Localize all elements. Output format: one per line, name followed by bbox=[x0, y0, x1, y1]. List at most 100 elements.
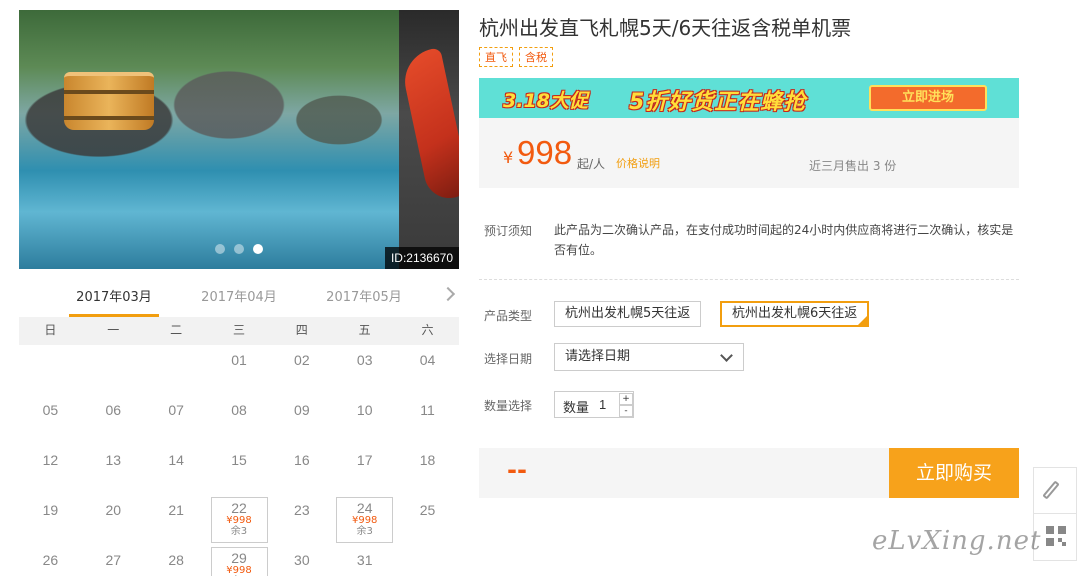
calendar-day[interactable]: 28 bbox=[145, 545, 208, 576]
feedback-button[interactable] bbox=[1033, 467, 1077, 515]
calendar-grid: 01 02 03 04 05 06 07 08 09 10 11 12 13 14 15 16 17 18 19 20… bbox=[19, 345, 459, 576]
day-number: 05 bbox=[42, 402, 59, 418]
day-stock: 余3 bbox=[230, 526, 248, 537]
day-number: 06 bbox=[105, 402, 122, 418]
product-type-label: 产品类型 bbox=[484, 309, 533, 323]
promo-slogan-text: 5折好货正在蜂抢 bbox=[629, 90, 807, 115]
calendar-day[interactable]: 16 bbox=[270, 445, 333, 495]
calendar-day[interactable]: 07 bbox=[145, 395, 208, 445]
calendar-day[interactable]: 11 bbox=[396, 395, 459, 445]
day-number: 07 bbox=[168, 402, 184, 418]
day-number: 28 bbox=[168, 552, 184, 568]
product-id-label: ID:2136670 bbox=[384, 247, 459, 269]
day-number: 20 bbox=[105, 502, 122, 518]
promo-enter-button[interactable]: 立即进场 bbox=[869, 85, 987, 111]
product-type-option-6day-selected[interactable]: 杭州出发札幌6天往返 bbox=[720, 301, 870, 328]
quantity-label: 数量选择 bbox=[484, 399, 533, 413]
calendar-day-available[interactable]: 24 ¥998 余3 bbox=[333, 495, 396, 545]
day-stock: 余3 bbox=[356, 526, 373, 537]
calendar-day[interactable]: 01 bbox=[208, 345, 271, 395]
quantity-stepper[interactable]: 数量 1 + - bbox=[554, 391, 634, 418]
qr-code-icon bbox=[1046, 526, 1066, 546]
calendar-day[interactable]: 09 bbox=[270, 395, 333, 445]
weekday-label: 五 bbox=[358, 323, 371, 337]
date-select[interactable]: 请选择日期 bbox=[554, 343, 744, 371]
calendar-day[interactable]: 21 bbox=[145, 495, 208, 545]
day-price: ¥998 bbox=[226, 515, 252, 526]
date-label: 选择日期 bbox=[484, 352, 533, 366]
purchase-bar: -- 立即购买 bbox=[479, 448, 1019, 498]
total-price: -- bbox=[507, 456, 527, 484]
day-number: 30 bbox=[294, 552, 310, 568]
quantity-inline-label: 数量 bbox=[563, 401, 590, 416]
watermark: eLvXing.net bbox=[872, 526, 1042, 556]
day-number: 27 bbox=[105, 552, 122, 568]
quantity-decrement-button[interactable]: - bbox=[619, 405, 633, 417]
promo-banner[interactable]: 3.18大促 5折好货正在蜂抢 立即进场 bbox=[479, 78, 1019, 118]
day-number: 10 bbox=[356, 402, 373, 418]
month-tabs: 2017年03月 2017年04月 2017年05月 bbox=[19, 286, 459, 317]
buy-now-button[interactable]: 立即购买 bbox=[889, 448, 1019, 498]
tab-month-april[interactable]: 2017年04月 bbox=[194, 287, 284, 317]
day-number: 03 bbox=[356, 352, 373, 368]
product-tags: 直飞 含税 bbox=[479, 47, 553, 67]
weekday-label: 三 bbox=[232, 323, 245, 337]
price-explanation-link[interactable]: 价格说明 bbox=[616, 155, 660, 171]
calendar-day[interactable]: 25 bbox=[396, 495, 459, 545]
day-number: 09 bbox=[294, 402, 310, 418]
calendar-day[interactable]: 20 bbox=[82, 495, 145, 545]
calendar-day[interactable]: 14 bbox=[145, 445, 208, 495]
calendar-day[interactable]: 23 bbox=[270, 495, 333, 545]
calendar-day[interactable]: 08 bbox=[208, 395, 271, 445]
day-number: 25 bbox=[419, 502, 436, 518]
calendar-day[interactable]: 12 bbox=[19, 445, 82, 495]
calendar-day[interactable]: 10 bbox=[333, 395, 396, 445]
calendar-day[interactable]: 13 bbox=[82, 445, 145, 495]
calendar-day[interactable]: 31 bbox=[333, 545, 396, 576]
carousel-dot-active[interactable] bbox=[253, 244, 263, 254]
day-number: 21 bbox=[168, 502, 184, 518]
day-number: 17 bbox=[356, 452, 373, 468]
price-unit: 起/人 bbox=[577, 157, 606, 171]
calendar-day[interactable]: 15 bbox=[208, 445, 271, 495]
product-type-option-5day[interactable]: 杭州出发札幌5天往返 bbox=[554, 301, 702, 327]
calendar-day[interactable]: 26 bbox=[19, 545, 82, 576]
tab-month-march[interactable]: 2017年03月 bbox=[69, 287, 159, 317]
carousel-dot[interactable] bbox=[215, 244, 225, 254]
product-title: 杭州出发直飞札幌5天/6天往返含税单机票 bbox=[479, 16, 852, 40]
booking-notice-text: 此产品为二次确认产品，在支付成功时间起的24小时内供应商将进行二次确认，核实是否… bbox=[554, 223, 1014, 257]
weekday-label: 一 bbox=[107, 323, 120, 337]
calendar-day[interactable]: 30 bbox=[270, 545, 333, 576]
calendar-day[interactable]: 02 bbox=[270, 345, 333, 395]
quantity-increment-button[interactable]: + bbox=[619, 393, 633, 405]
day-number: 13 bbox=[105, 452, 122, 468]
day-number: 04 bbox=[419, 352, 436, 368]
carousel-dot[interactable] bbox=[234, 244, 244, 254]
calendar-day[interactable]: 17 bbox=[333, 445, 396, 495]
calendar-day[interactable]: 03 bbox=[333, 345, 396, 395]
day-number: 15 bbox=[231, 452, 247, 468]
calendar-day[interactable]: 05 bbox=[19, 395, 82, 445]
calendar-day[interactable]: 19 bbox=[19, 495, 82, 545]
price-box: ¥ 998 起/人 价格说明 近三月售出 3 份 bbox=[479, 118, 1019, 188]
calendar-day[interactable]: 27 bbox=[82, 545, 145, 576]
calendar-day-available[interactable]: 29¥998余3 bbox=[208, 545, 271, 576]
quantity-value[interactable]: 1 bbox=[599, 397, 606, 412]
calendar-day[interactable]: 18 bbox=[396, 445, 459, 495]
calendar-day-available[interactable]: 22 ¥998 余3 bbox=[208, 495, 271, 545]
pencil-icon bbox=[1042, 480, 1060, 500]
hot-spring-image bbox=[19, 10, 399, 269]
day-number: 22 bbox=[231, 500, 247, 516]
calendar-day[interactable]: 04 bbox=[396, 345, 459, 395]
tab-month-may[interactable]: 2017年05月 bbox=[319, 287, 409, 317]
day-number: 08 bbox=[231, 402, 247, 418]
chevron-right-icon[interactable] bbox=[440, 286, 456, 302]
product-gallery[interactable]: ID:2136670 bbox=[19, 10, 459, 269]
calendar-day[interactable]: 06 bbox=[82, 395, 145, 445]
day-number: 11 bbox=[420, 402, 435, 418]
tag-direct-flight: 直飞 bbox=[479, 47, 513, 67]
day-number: 02 bbox=[294, 352, 310, 368]
currency-symbol: ¥ bbox=[503, 148, 514, 167]
weekday-label: 四 bbox=[295, 323, 308, 337]
price-amount: 998 bbox=[517, 134, 573, 171]
